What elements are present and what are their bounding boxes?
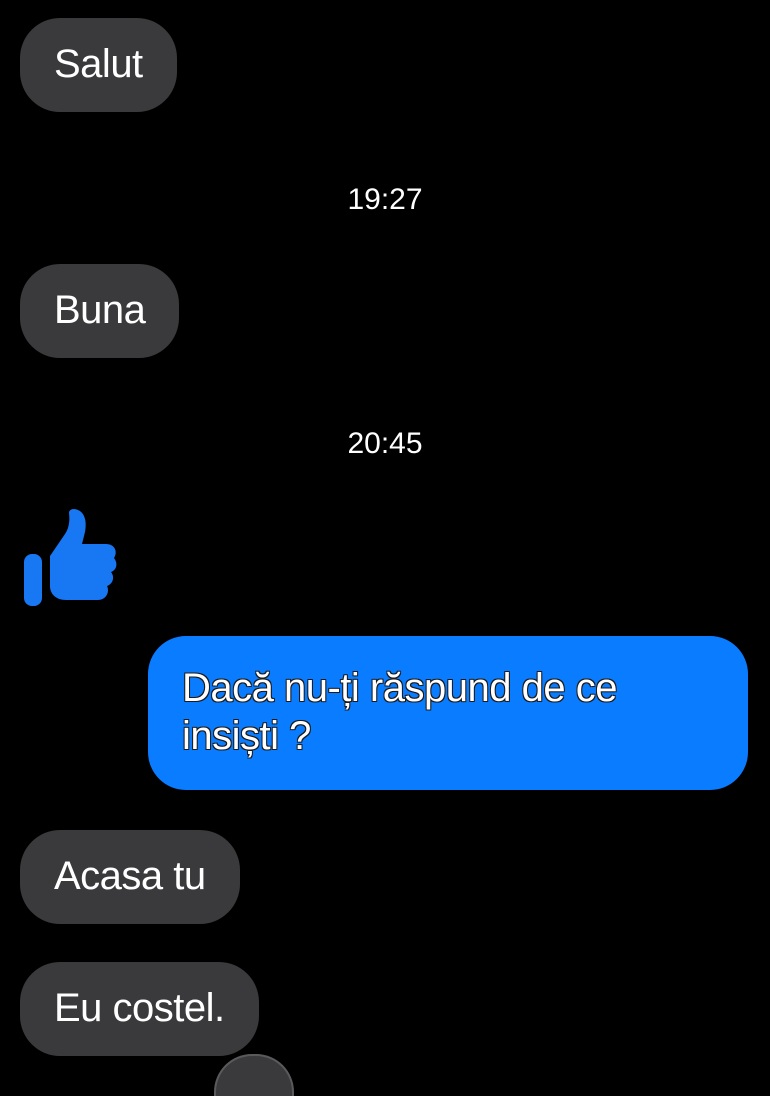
message-bubble-incoming[interactable]: Acasa tu <box>20 830 240 924</box>
message-timestamp: 19:27 <box>347 183 423 216</box>
thumbs-up-icon[interactable] <box>22 508 118 606</box>
partial-avatar <box>214 1054 294 1096</box>
message-bubble-incoming[interactable]: Eu costel. <box>20 962 259 1056</box>
message-timestamp: 20:45 <box>347 427 423 460</box>
message-bubble-outgoing[interactable]: Dacă nu-ți răspund de ce insiști ? <box>148 636 748 790</box>
message-bubble-incoming[interactable]: Buna <box>20 264 180 358</box>
conversation-view: Salut 19:27 Buna 20:45 Dacă nu-ți răspun… <box>0 0 770 1096</box>
message-bubble-incoming[interactable]: Salut <box>20 18 177 112</box>
